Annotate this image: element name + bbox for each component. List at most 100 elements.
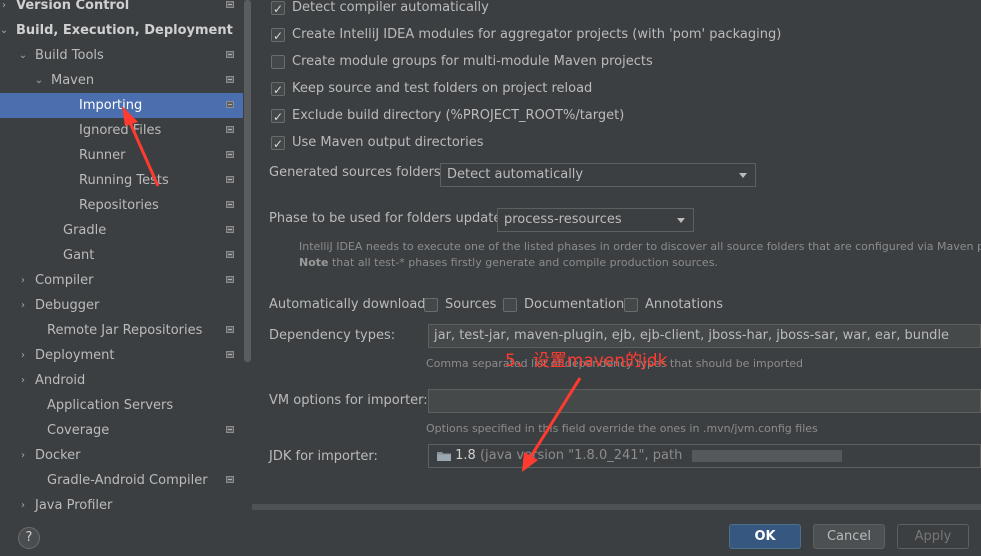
sidebar-item[interactable]: › Debugger — [0, 293, 243, 318]
generated-sources-combo[interactable]: Detect automatically — [440, 163, 756, 187]
sidebar-item[interactable]: › Deployment — [0, 343, 243, 368]
cancel-button[interactable]: Cancel — [813, 524, 885, 549]
checkbox[interactable] — [503, 298, 517, 312]
project-settings-icon — [226, 176, 234, 183]
project-settings-icon — [226, 426, 234, 433]
chevron-right-icon[interactable]: › — [17, 343, 29, 368]
project-settings-icon — [226, 151, 234, 158]
jdk-label: JDK for importer: — [269, 449, 378, 464]
sidebar-item[interactable]: › Docker — [0, 443, 243, 468]
checkbox[interactable] — [624, 298, 638, 312]
chevron-down-icon[interactable]: ⌄ — [0, 18, 10, 43]
phase-label: Phase to be used for folders update: — [269, 211, 506, 226]
generated-sources-label: Generated sources folders: — [269, 165, 446, 180]
project-settings-icon — [226, 326, 234, 333]
chevron-down-icon[interactable]: ⌄ — [17, 43, 29, 68]
vm-options-field[interactable] — [428, 389, 981, 413]
sidebar-item-label: Deployment — [35, 348, 115, 363]
sidebar-scrollbar[interactable] — [244, 0, 251, 362]
phase-hint-note: Note — [299, 256, 329, 269]
sidebar-item[interactable]: Gradle — [0, 218, 243, 243]
sidebar-item-label: Coverage — [47, 423, 110, 438]
sidebar-item[interactable]: Gant — [0, 243, 243, 268]
sidebar-item[interactable]: Importing — [0, 93, 243, 118]
sidebar-item-label: Runner — [79, 148, 126, 163]
sidebar-item[interactable]: › Android — [0, 368, 243, 393]
annotation-text: 5、设置maven的jdk — [505, 351, 668, 371]
sidebar-item[interactable]: Coverage — [0, 418, 243, 443]
checkbox-label: Exclude build directory (%PROJECT_ROOT%/… — [292, 108, 625, 123]
sidebar-item-label: Running Tests — [79, 173, 169, 188]
settings-tree: › Version Control ⌄ Build, Execution, Deplo… — [0, 0, 243, 518]
sidebar-item-label: Build Tools — [35, 48, 104, 63]
phase-combo[interactable]: process-resources — [497, 208, 694, 232]
project-settings-icon — [226, 101, 234, 108]
checkbox-label: Sources — [445, 297, 497, 312]
sidebar-item[interactable]: Gradle-Android Compiler — [0, 468, 243, 493]
project-settings-icon — [226, 126, 234, 133]
sidebar-item-label: Gradle-Android Compiler — [47, 473, 208, 488]
chevron-right-icon[interactable]: › — [17, 268, 29, 293]
sidebar-item-label: Compiler — [35, 273, 94, 288]
checkbox[interactable] — [424, 298, 438, 312]
sidebar-item[interactable]: Remote Jar Repositories — [0, 318, 243, 343]
sidebar-item[interactable]: ⌄ Build, Execution, Deployment — [0, 18, 243, 43]
sidebar-item[interactable]: › Java Profiler — [0, 493, 243, 518]
sidebar-item[interactable]: Runner — [0, 143, 243, 168]
project-settings-icon — [226, 1, 234, 8]
sidebar-item[interactable]: Running Tests — [0, 168, 243, 193]
content-scrollbar[interactable] — [252, 504, 981, 510]
checkbox[interactable] — [271, 107, 285, 127]
project-settings-icon — [226, 226, 234, 233]
sidebar-item-label: Version Control — [16, 0, 130, 13]
checkbox[interactable] — [271, 134, 285, 154]
phase-hint-line2: Note that all test-* phases firstly gene… — [299, 256, 718, 269]
project-settings-icon — [226, 351, 234, 358]
chevron-right-icon[interactable]: › — [17, 293, 29, 318]
checkbox-label: Annotations — [645, 297, 724, 312]
sidebar-item[interactable]: Repositories — [0, 193, 243, 218]
sidebar-item-label: Android — [35, 373, 86, 388]
chevron-down-icon[interactable]: ⌄ — [33, 68, 45, 93]
sidebar-item[interactable]: › Compiler — [0, 268, 243, 293]
dialog-button-bar: ? OK Cancel Apply — [0, 518, 981, 556]
jdk-combo[interactable]: 1.8 (java version "1.8.0_241", path — [428, 444, 981, 468]
chevron-right-icon[interactable]: › — [17, 368, 29, 393]
checkbox-label: Keep source and test folders on project … — [292, 81, 593, 96]
sidebar-item-label: Docker — [35, 448, 81, 463]
redacted-path — [692, 449, 843, 462]
checkbox[interactable] — [271, 0, 285, 19]
sidebar-item-label: Gradle — [63, 223, 107, 238]
chevron-down-icon — [677, 218, 685, 223]
phase-hint-line1: IntelliJ IDEA needs to execute one of th… — [299, 240, 981, 253]
sidebar-item[interactable]: Ignored Files — [0, 118, 243, 143]
dependency-types-field[interactable]: jar, test-jar, maven-plugin, ejb, ejb-cl… — [428, 324, 981, 348]
project-settings-icon — [226, 51, 234, 58]
chevron-right-icon[interactable]: › — [17, 493, 29, 518]
checkbox-label: Use Maven output directories — [292, 135, 484, 150]
generated-sources-value: Detect automatically — [447, 167, 584, 182]
sidebar-item-label: Gant — [63, 248, 95, 263]
checkbox[interactable] — [271, 80, 285, 100]
apply-button[interactable]: Apply — [897, 524, 969, 549]
checkbox-label: Detect compiler automatically — [292, 0, 489, 15]
vm-options-label: VM options for importer: — [269, 393, 428, 408]
sidebar-item[interactable]: ⌄ Maven — [0, 68, 243, 93]
help-button[interactable]: ? — [18, 527, 40, 549]
chevron-right-icon[interactable]: › — [17, 443, 29, 468]
checkbox[interactable] — [271, 55, 285, 69]
chevron-right-icon[interactable]: › — [0, 0, 10, 18]
folder-icon — [437, 447, 451, 461]
vm-options-hint: Options specified in this field override… — [426, 422, 818, 435]
sidebar-item[interactable]: ⌄ Build Tools — [0, 43, 243, 68]
ok-button[interactable]: OK — [729, 524, 801, 549]
jdk-version: 1.8 — [455, 448, 476, 463]
checkbox-label: Documentation — [524, 297, 625, 312]
sidebar-item[interactable]: Application Servers — [0, 393, 243, 418]
phase-hint-text: that all test-* phases firstly generate … — [328, 256, 718, 269]
sidebar-item-label: Importing — [79, 98, 143, 113]
sidebar-item[interactable]: › Version Control — [0, 0, 243, 18]
sidebar-item-label: Remote Jar Repositories — [47, 323, 203, 338]
checkbox[interactable] — [271, 26, 285, 46]
sidebar-item-label: Java Profiler — [35, 498, 113, 513]
